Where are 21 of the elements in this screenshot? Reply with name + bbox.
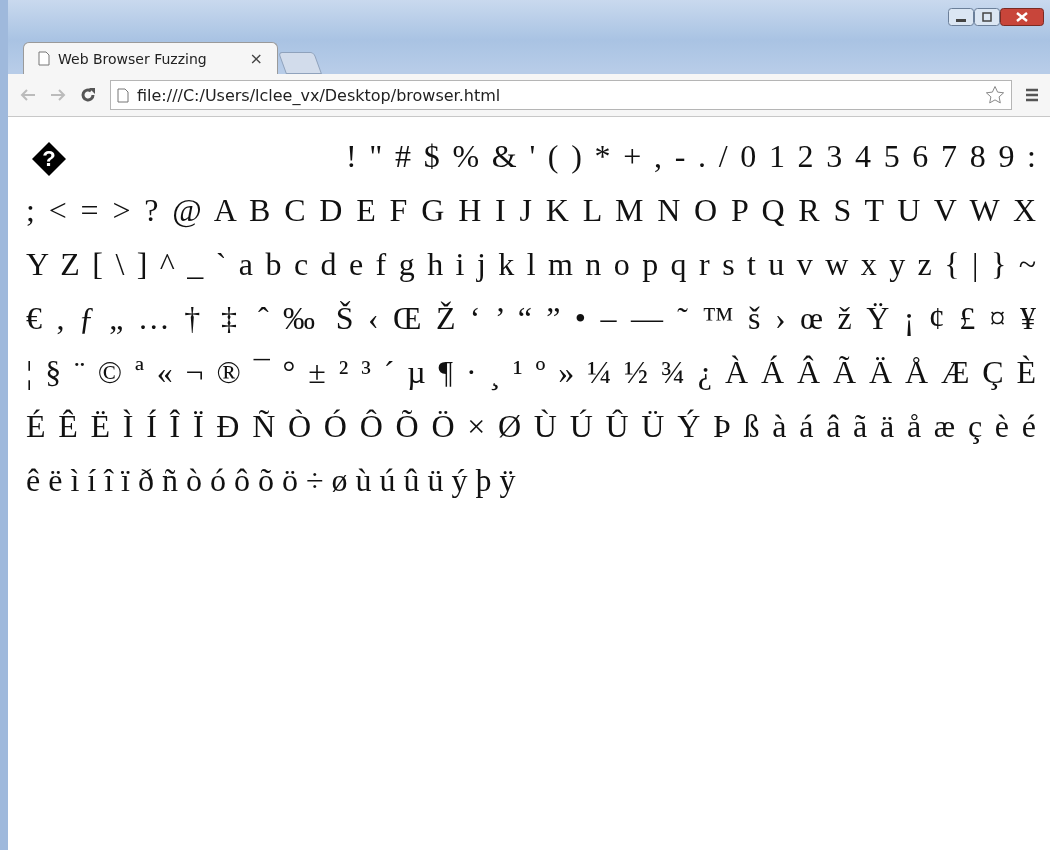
character-line: ; < = > ? @ A B C D E F G H I J K L M N O P Q R S T U V W X: [26, 191, 1036, 230]
character-line: € , ƒ „ … † ‡ ˆ ‰ Š ‹ Œ Ž ‘ ’ “ ” • – — ˜ ™ š › œ ž Ÿ ¡ ¢ £ ¤ ¥: [26, 299, 1036, 338]
address-field[interactable]: file:///C:/Users/lclee_vx/Desktop/browser.html: [110, 80, 1012, 110]
close-icon[interactable]: [1000, 8, 1044, 26]
character-line: Y Z [ \ ] ^ _ ` a b c d e f g h i j k l m n o p q r s t u v w x y z { | } ~: [26, 245, 1036, 284]
maximize-icon[interactable]: [974, 8, 1000, 26]
browser-tab[interactable]: Web Browser Fuzzing ×: [23, 42, 278, 74]
reload-icon[interactable]: [80, 87, 96, 103]
star-icon[interactable]: [985, 85, 1005, 105]
character-line: ! " # $ % & ' ( ) * + , - . / 0 1 2 3 4 5 6 7 8 9 :: [346, 137, 1036, 176]
character-line: É Ê Ë Ì Í Î Ï Ð Ñ Ò Ó Ô Õ Ö × Ø Ù Ú Û Ü Ý Þ ß à á â ã ä å æ ç è é: [26, 407, 1036, 446]
close-tab-button[interactable]: ×: [249, 49, 263, 68]
page-icon: [117, 87, 129, 103]
menu-icon[interactable]: [1026, 88, 1038, 102]
replacement-character: ?: [32, 142, 66, 176]
url-text: file:///C:/Users/lclee_vx/Desktop/browser.html: [137, 85, 502, 105]
character-line: ¦ § ¨ © ª « ¬ ® ¯ ° ± ² ³ ´ µ ¶ · ¸ ¹ º » ¼ ½ ¾ ¿ À Á Â Ã Ä Å Æ Ç È: [26, 353, 1036, 393]
tab-title: Web Browser Fuzzing: [58, 50, 208, 67]
minimize-icon[interactable]: [948, 8, 974, 26]
character-line: ê ë ì í î ï ð ñ ò ó ô õ ö ÷ ø ù ú û ü ý þ ÿ: [26, 461, 517, 500]
page-icon: [38, 51, 50, 66]
